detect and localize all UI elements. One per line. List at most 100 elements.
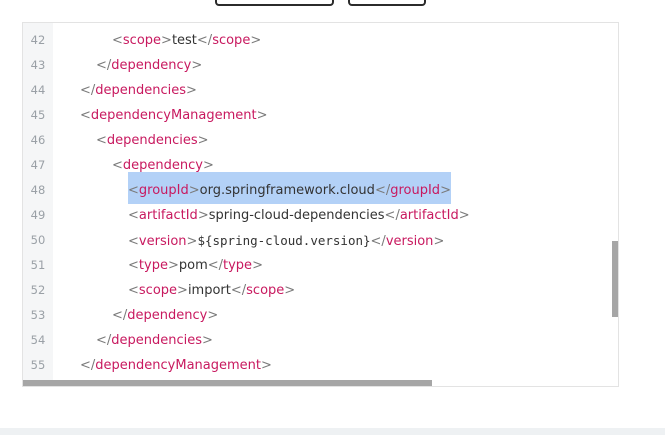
element-text: org.springframework.cloud <box>199 183 375 198</box>
tag-name: scope <box>246 283 285 298</box>
tag-bracket: > <box>458 208 470 223</box>
tag-bracket: < <box>128 208 139 223</box>
code-lines: 42 <scope>test</scope> 43 </dependency> 44 </… <box>23 28 618 378</box>
tag-bracket: > <box>186 83 197 98</box>
tag-bracket: < <box>128 183 139 198</box>
element-text: pom <box>178 258 208 273</box>
tag-name: version <box>385 234 434 249</box>
tag-bracket: </ <box>374 183 391 198</box>
element-text: import <box>187 283 231 298</box>
line-number: 53 <box>30 308 46 322</box>
code-content: </dependencies> <box>80 78 197 103</box>
line-number: 46 <box>30 133 46 147</box>
tag-name: dependencyManagement <box>90 108 257 123</box>
tag-bracket: > <box>250 33 262 48</box>
tag-bracket: > <box>191 58 203 73</box>
tag-bracket: > <box>261 358 272 373</box>
code-line: 50 <version>${spring-cloud.version}</vers… <box>23 228 618 253</box>
tag-bracket: < <box>128 258 139 273</box>
tag-bracket: </ <box>230 283 247 298</box>
code-line: 45 <dependencyManagement> <box>23 103 618 128</box>
tag-bracket: </ <box>96 333 112 348</box>
code-line: 53 </dependency> <box>23 303 618 328</box>
tag-bracket: > <box>197 133 209 148</box>
tag-name: scope <box>212 33 251 48</box>
page-footer-band <box>0 428 665 435</box>
tag-name: artifactId <box>138 208 198 223</box>
tag-bracket: > <box>188 183 200 198</box>
line-number: 54 <box>30 333 46 347</box>
code-content: </dependency> <box>112 303 218 328</box>
code-line: 46 <dependencies> <box>23 128 618 153</box>
tag-bracket: > <box>207 308 219 323</box>
line-number: 44 <box>30 83 46 97</box>
tag-name: dependencies <box>106 133 198 148</box>
tag-bracket: > <box>167 258 179 273</box>
tag-name: dependencyManagement <box>95 358 261 373</box>
tag-name: scope <box>138 283 178 298</box>
tag-bracket: </ <box>207 258 224 273</box>
code-content: <dependencyManagement> <box>80 103 268 128</box>
line-number: 51 <box>30 258 46 272</box>
code-content: </dependencyManagement> <box>80 353 272 378</box>
tag-bracket: </ <box>96 58 112 73</box>
code-content: <dependencies> <box>96 128 209 153</box>
tag-name: dependency <box>127 308 208 323</box>
selection-highlight: <groupId>org.springframework.cloud</grou… <box>128 172 451 204</box>
tag-name: artifactId <box>399 208 459 223</box>
line-number: 50 <box>30 233 46 247</box>
tag-bracket: > <box>284 283 296 298</box>
tag-bracket: > <box>197 208 209 223</box>
code-content: <version>${spring-cloud.version}</versio… <box>128 228 444 254</box>
tag-bracket: > <box>433 234 445 249</box>
element-text: ${spring-cloud.version} <box>197 233 371 248</box>
tag-name: dependency <box>122 158 203 173</box>
line-number: 55 <box>30 358 46 372</box>
tag-bracket: </ <box>80 83 96 98</box>
tag-bracket: > <box>161 33 172 48</box>
top-action-button-2[interactable] <box>348 0 426 6</box>
tag-bracket: > <box>252 258 263 273</box>
code-line: 44 </dependencies> <box>23 78 618 103</box>
vertical-scrollbar[interactable] <box>612 241 618 317</box>
line-number: 47 <box>30 158 46 172</box>
line-number: 52 <box>30 283 46 297</box>
code-content: <type>pom</type> <box>128 253 263 278</box>
code-content: </dependencies> <box>96 328 213 353</box>
code-content: <artifactId>spring-cloud-dependencies</a… <box>128 203 470 228</box>
tag-bracket: < <box>128 234 139 249</box>
tag-bracket: > <box>202 158 214 173</box>
tag-bracket: > <box>186 234 198 249</box>
code-viewer[interactable]: 42 <scope>test</scope> 43 </dependency> 44 </… <box>22 22 619 387</box>
code-line: 52 <scope>import</scope> <box>23 278 618 303</box>
tag-bracket: < <box>80 108 91 123</box>
tag-bracket: </ <box>112 308 128 323</box>
tag-name: scope <box>122 33 162 48</box>
code-content: <scope>import</scope> <box>128 278 295 303</box>
line-number: 43 <box>30 58 46 72</box>
line-number: 42 <box>30 33 46 47</box>
tag-name: groupId <box>390 183 441 198</box>
line-number: 45 <box>30 108 46 122</box>
tag-bracket: > <box>177 283 188 298</box>
tag-bracket: > <box>202 333 213 348</box>
tag-name: dependencies <box>111 333 203 348</box>
element-text: test <box>171 33 197 48</box>
tag-name: type <box>223 258 253 273</box>
code-line: 51 <type>pom</type> <box>23 253 618 278</box>
code-content: <groupId>org.springframework.cloud</grou… <box>128 172 451 204</box>
tag-bracket: < <box>112 33 123 48</box>
horizontal-scrollbar[interactable] <box>23 380 432 386</box>
tag-bracket: > <box>256 108 268 123</box>
code-line: 49 <artifactId>spring-cloud-dependencies<… <box>23 203 618 228</box>
tag-name: dependency <box>111 58 192 73</box>
tag-name: groupId <box>138 183 189 198</box>
code-line: 48 <groupId>org.springframework.cloud</gr… <box>23 172 618 204</box>
tag-bracket: < <box>128 283 139 298</box>
code-line: 43 </dependency> <box>23 53 618 78</box>
tag-name: version <box>138 234 187 249</box>
top-action-button-1[interactable] <box>215 0 334 6</box>
code-line: 55 </dependencyManagement> <box>23 353 618 378</box>
code-line: 42 <scope>test</scope> <box>23 28 618 53</box>
code-content: <scope>test</scope> <box>112 28 261 53</box>
